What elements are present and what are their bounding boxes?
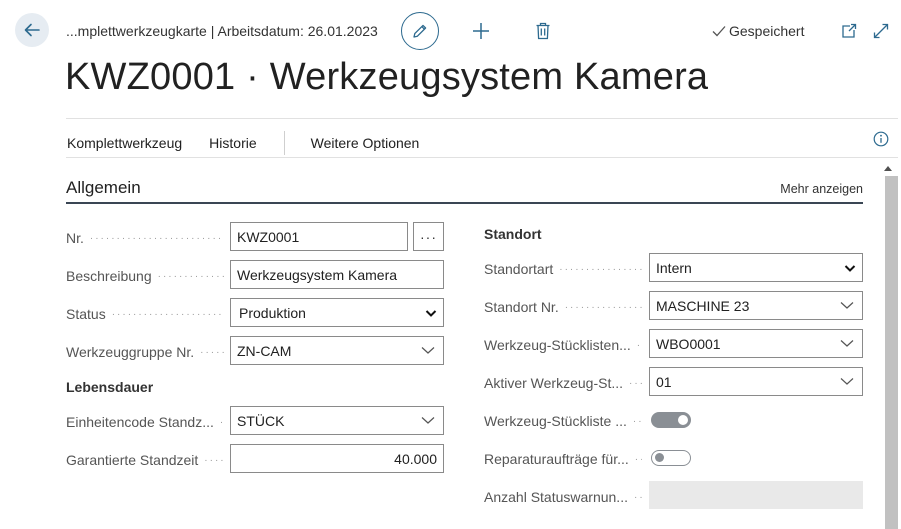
- action-bar: Komplettwerkzeug Historie Weitere Option…: [67, 131, 446, 155]
- nr-label: Nr. ··························: [66, 230, 224, 246]
- delete-button[interactable]: [533, 21, 553, 41]
- open-in-new-window-icon: [842, 23, 857, 38]
- scroll-up-arrow-icon: [884, 166, 892, 171]
- show-more-link[interactable]: Mehr anzeigen: [780, 182, 863, 196]
- standort-nr-label: Standort Nr.··························: [484, 299, 642, 315]
- aktiver-werkzeug-input[interactable]: 01: [649, 367, 863, 396]
- aktiver-werkzeug-label: Aktiver Werkzeug-St...··················…: [484, 375, 642, 391]
- einheitencode-input[interactable]: STÜCK: [230, 406, 444, 435]
- expand-button[interactable]: [872, 22, 890, 40]
- beschreibung-label: Beschreibung··························: [66, 268, 224, 284]
- toggle-knob: [655, 453, 664, 462]
- reparaturauftraege-toggle[interactable]: [651, 450, 691, 466]
- action-historie[interactable]: Historie: [209, 135, 256, 151]
- chevron-down-icon: [840, 378, 854, 385]
- chevron-down-icon: [840, 340, 854, 347]
- saved-status: Gespeichert: [712, 23, 804, 39]
- action-separator: [283, 131, 285, 155]
- saved-label: Gespeichert: [729, 23, 805, 39]
- new-button[interactable]: [471, 21, 491, 41]
- nr-assist-button[interactable]: ···: [413, 222, 444, 251]
- chevron-down-icon: [844, 265, 856, 272]
- garantierte-standzeit-input[interactable]: 40.000: [230, 444, 444, 473]
- info-icon: [873, 131, 889, 147]
- edit-button[interactable]: [401, 12, 439, 50]
- werkzeug-stueckliste-toggle[interactable]: [651, 412, 691, 428]
- scrollbar-thumb[interactable]: [885, 176, 898, 529]
- scrollbar[interactable]: [882, 160, 898, 529]
- checkmark-icon: [712, 26, 726, 37]
- beschreibung-input[interactable]: Werkzeugsystem Kamera: [230, 260, 444, 289]
- breadcrumb: ...mplettwerkzeugkarte | Arbeitsdatum: 2…: [66, 23, 378, 39]
- back-button[interactable]: [15, 13, 49, 47]
- anzahl-statuswarnungen-label: Anzahl Statuswarnun...··················…: [484, 489, 642, 505]
- action-weitere-optionen[interactable]: Weitere Optionen: [311, 135, 420, 151]
- divider: [66, 118, 898, 119]
- plus-icon: [473, 23, 489, 39]
- trash-icon: [536, 22, 550, 40]
- werkzeug-stuecklisten-label: Werkzeug-Stücklisten...·················…: [484, 337, 642, 353]
- action-komplettwerkzeug[interactable]: Komplettwerkzeug: [67, 135, 182, 151]
- werkzeuggruppe-label: Werkzeuggruppe Nr.······················…: [66, 344, 224, 360]
- section-underline: [66, 202, 863, 204]
- group-title-standort: Standort: [484, 226, 542, 242]
- group-title-lebensdauer: Lebensdauer: [66, 379, 154, 395]
- pencil-icon: [413, 24, 427, 38]
- expand-icon: [873, 23, 889, 39]
- info-button[interactable]: [872, 130, 890, 148]
- chevron-down-icon: [840, 302, 854, 309]
- chevron-down-icon: [421, 417, 435, 424]
- toggle-knob: [678, 415, 688, 425]
- section-title-allgemein: Allgemein: [66, 178, 141, 197]
- werkzeuggruppe-input[interactable]: ZN-CAM: [230, 336, 444, 365]
- page-title: KWZ0001 · Werkzeugsystem Kamera: [65, 56, 709, 98]
- standort-nr-input[interactable]: MASCHINE 23: [649, 291, 863, 320]
- standortart-label: Standortart··························: [484, 261, 642, 277]
- arrow-left-icon: [24, 23, 40, 37]
- chevron-down-icon: [421, 347, 435, 354]
- werkzeug-stuecklisten-input[interactable]: WBO0001: [649, 329, 863, 358]
- einheitencode-label: Einheitencode Standz...·················…: [66, 414, 224, 430]
- anzahl-statuswarnungen-value: [649, 481, 863, 509]
- open-new-window-button[interactable]: [840, 22, 858, 40]
- werkzeug-stueckliste-toggle-label: Werkzeug-Stückliste ...·················…: [484, 413, 642, 429]
- standortart-select[interactable]: Intern: [649, 253, 863, 282]
- nr-input[interactable]: KWZ0001: [230, 222, 408, 251]
- divider: [66, 157, 898, 158]
- garantierte-standzeit-label: Garantierte Standzeit···················…: [66, 452, 224, 468]
- status-label: Status··························: [66, 306, 224, 322]
- status-select[interactable]: Produktion: [230, 298, 444, 327]
- reparaturauftraege-label: Reparaturaufträge für...················…: [484, 451, 642, 467]
- chevron-down-icon: [425, 310, 437, 317]
